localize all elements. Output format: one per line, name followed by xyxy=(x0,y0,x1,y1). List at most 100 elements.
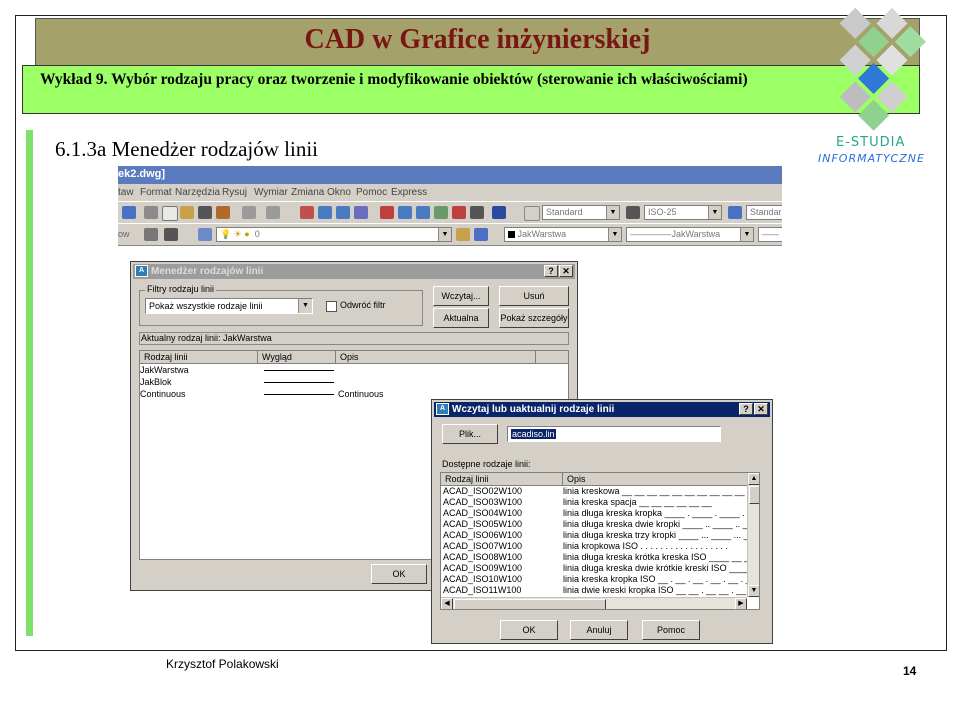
list-item[interactable]: ACAD_ISO11W100 linia dwie kreski kropka I… xyxy=(441,585,759,596)
available-linetypes-label: Dostępne rodzaje linii: xyxy=(442,459,531,469)
pan-icon[interactable] xyxy=(300,206,314,219)
scroll-thumb[interactable] xyxy=(749,486,759,504)
tool-palettes-icon[interactable] xyxy=(416,206,430,219)
copy-icon[interactable] xyxy=(162,206,178,221)
invert-filter-checkbox[interactable] xyxy=(326,301,337,312)
file-button[interactable]: Plik... xyxy=(442,424,498,444)
layer-manager-icon[interactable] xyxy=(198,228,212,241)
list-item[interactable]: ACAD_ISO08W100 linia długa kreska krótka … xyxy=(441,552,759,563)
properties-icon[interactable] xyxy=(380,206,394,219)
load-dialog-titlebar: A Wczytaj lub uaktualnij rodzaje linii ?… xyxy=(434,402,770,417)
paint-icon[interactable] xyxy=(216,206,230,219)
make-current-icon[interactable] xyxy=(456,228,470,241)
zoom-previous-icon[interactable] xyxy=(354,206,368,219)
cut-icon[interactable] xyxy=(144,206,158,219)
delete-button[interactable]: Usuń xyxy=(499,286,569,306)
column-header-linetype[interactable]: Rodzaj linii xyxy=(441,473,563,486)
undo-icon[interactable] xyxy=(242,206,256,219)
paste-icon[interactable] xyxy=(180,206,194,219)
design-center-icon[interactable] xyxy=(398,206,412,219)
text-style-icon xyxy=(524,206,540,221)
ok-button[interactable]: OK xyxy=(371,564,427,584)
layer-previous-icon[interactable] xyxy=(164,228,178,241)
e-studia-logo-icon xyxy=(839,8,926,131)
menu-item-format[interactable]: Format xyxy=(140,187,172,198)
column-header-empty xyxy=(536,351,568,364)
color-select[interactable]: JakWarstwa ▼ xyxy=(504,227,622,242)
invert-filter-label: Odwróć filtr xyxy=(340,300,386,310)
scroll-left-icon[interactable]: ◀ xyxy=(441,598,453,609)
list-item[interactable]: ACAD_ISO09W100 linia długa kreska dwie kr… xyxy=(441,563,759,574)
markup-icon[interactable] xyxy=(452,206,466,219)
list-item[interactable]: JakWarstwa xyxy=(140,365,568,376)
lineweight-select[interactable]: —— xyxy=(758,227,782,242)
list-item[interactable]: ACAD_ISO05W100 linia długa kreska dwie kr… xyxy=(441,519,759,530)
list-item[interactable]: ACAD_ISO02W100 linia kreskowa __ __ __ __… xyxy=(441,486,759,497)
list-item[interactable]: ACAD_ISO03W100 linia kreska spacja __ __ … xyxy=(441,497,759,508)
column-header-description[interactable]: Opis xyxy=(563,473,749,486)
show-details-button[interactable]: Pokaż szczegóły xyxy=(499,308,569,328)
column-header-appearance[interactable]: Wygląd xyxy=(258,351,336,364)
vertical-scrollbar[interactable]: ▲ ▼ xyxy=(747,473,759,597)
linetype-preview xyxy=(264,370,334,371)
linetype-filter-select[interactable]: Pokaż wszystkie rodzaje linii ▼ xyxy=(145,298,313,314)
text-style-select[interactable]: Standard ▼ xyxy=(542,205,620,220)
available-linetypes-list[interactable]: Rodzaj linii Opis ACAD_ISO02W100 linia kr… xyxy=(440,472,760,610)
list-item[interactable]: JakBlok xyxy=(140,377,568,388)
load-button[interactable]: Wczytaj... xyxy=(433,286,489,306)
menu-item-draw2[interactable]: Rysuj xyxy=(222,187,247,198)
layers-toolbar: ow 💡 ☀ ● 0 ▼ JakWarstwa ▼ ————— JakWarstwa… xyxy=(118,223,782,246)
linetype-manager-title: Menedżer rodzajów linii xyxy=(151,266,264,277)
column-header-description[interactable]: Opis xyxy=(336,351,536,364)
scroll-down-icon[interactable]: ▼ xyxy=(748,585,759,597)
zoom-realtime-icon[interactable] xyxy=(318,206,332,219)
linetype-select[interactable]: ————— JakWarstwa ▼ xyxy=(626,227,754,242)
close-titlebar-button[interactable]: ✕ xyxy=(559,265,573,277)
menu-item-tools[interactable]: Narzędzia xyxy=(175,187,220,198)
menu-item-window[interactable]: Okno xyxy=(327,187,351,198)
list-item[interactable]: ACAD_ISO10W100 linia kreska kropka ISO __… xyxy=(441,574,759,585)
help-icon[interactable] xyxy=(492,206,506,219)
help-titlebar-button[interactable]: ? xyxy=(739,403,753,415)
slide-subtitle: Wykład 9. Wybór rodzaju pracy oraz tworz… xyxy=(40,71,748,88)
table-style-icon xyxy=(728,206,742,219)
brush-icon[interactable] xyxy=(198,206,212,219)
menu-item-draw[interactable]: taw xyxy=(118,187,134,198)
standard-toolbar: Standard ▼ ISO-25 ▼ Standar xyxy=(118,201,782,224)
list-item[interactable]: ACAD_ISO07W100 linia kropkowa ISO . . . .… xyxy=(441,541,759,552)
set-current-button[interactable]: Aktualna xyxy=(433,308,489,328)
sheet-set-icon[interactable] xyxy=(434,206,448,219)
calculator-icon[interactable] xyxy=(470,206,484,219)
footer-author: Krzysztof Polakowski xyxy=(166,657,279,671)
scroll-right-icon[interactable]: ▶ xyxy=(735,598,747,609)
horizontal-scrollbar[interactable]: ◀ ▶ xyxy=(441,597,747,609)
help-titlebar-button[interactable]: ? xyxy=(544,265,558,277)
logo-text-line2: INFORMATYCZNE xyxy=(818,152,925,165)
match-icon[interactable] xyxy=(122,206,136,219)
menu-item-modify[interactable]: Zmiana xyxy=(291,187,324,198)
menu-item-express[interactable]: Express xyxy=(391,187,427,198)
column-header-linetype[interactable]: Rodzaj linii xyxy=(140,351,258,364)
dim-style-select[interactable]: ISO-25 ▼ xyxy=(644,205,722,220)
list-item[interactable]: ACAD_ISO04W100 linia długa kreska kropka … xyxy=(441,508,759,519)
help-button[interactable]: Pomoc xyxy=(642,620,700,640)
table-style-select[interactable]: Standar xyxy=(746,205,782,220)
cancel-button[interactable]: Anuluj xyxy=(570,620,628,640)
menu-item-dimension[interactable]: Wymiar xyxy=(254,187,288,198)
zoom-window-icon[interactable] xyxy=(336,206,350,219)
load-dialog-title: Wczytaj lub uaktualnij rodzaje linii xyxy=(452,404,615,415)
layer-state-icon[interactable] xyxy=(144,228,158,241)
list-item[interactable]: ACAD_ISO06W100 linia długa kreska trzy kr… xyxy=(441,530,759,541)
scroll-thumb[interactable] xyxy=(454,599,606,609)
page-number: 14 xyxy=(903,664,917,678)
ok-button[interactable]: OK xyxy=(500,620,558,640)
menu-item-help[interactable]: Pomoc xyxy=(356,187,387,198)
scroll-up-icon[interactable]: ▲ xyxy=(748,473,759,485)
layer-prev-icon[interactable] xyxy=(474,228,488,241)
redo-icon[interactable] xyxy=(266,206,280,219)
close-titlebar-button[interactable]: ✕ xyxy=(754,403,768,415)
menu-bar: taw Format Narzędzia Rysuj Wymiar Zmiana… xyxy=(118,184,782,202)
file-name-input[interactable]: acadiso.lin xyxy=(507,426,721,442)
section-heading: 6.1.3a Menedżer rodzajów linii xyxy=(55,137,318,161)
layer-select[interactable]: 💡 ☀ ● 0 ▼ xyxy=(216,227,452,242)
